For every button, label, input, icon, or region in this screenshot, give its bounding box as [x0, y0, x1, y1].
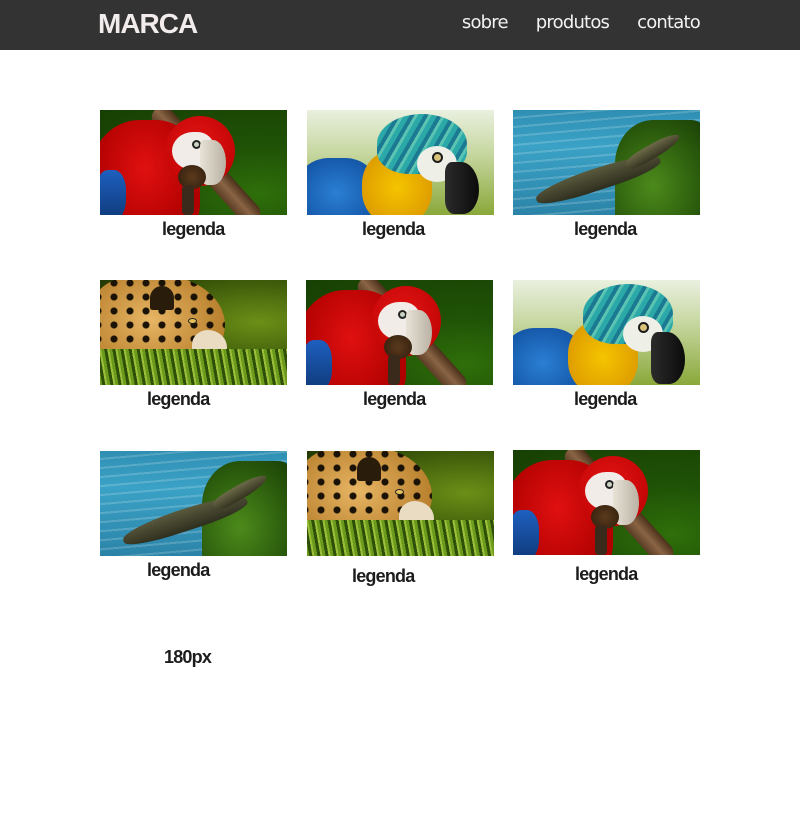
caiman-photo[interactable] [100, 451, 287, 556]
photo-gallery: legenda legenda legenda legenda legenda … [0, 0, 800, 825]
gallery-tile[interactable] [307, 451, 494, 556]
gallery-tile[interactable] [100, 280, 287, 385]
photo-caption: legenda [362, 219, 425, 239]
gallery-tile[interactable] [307, 110, 494, 215]
jaguar-photo[interactable] [307, 451, 494, 556]
photo-caption: legenda [162, 219, 225, 239]
scarlet-macaw-photo[interactable] [513, 450, 700, 555]
photo-caption: legenda [352, 566, 415, 586]
photo-caption: legenda [147, 560, 210, 580]
blue-and-yellow-macaw-photo[interactable] [513, 280, 700, 385]
scarlet-macaw-photo[interactable] [306, 280, 493, 385]
scarlet-macaw-photo[interactable] [100, 110, 287, 215]
blue-and-yellow-macaw-photo[interactable] [307, 110, 494, 215]
jaguar-photo[interactable] [100, 280, 287, 385]
gallery-tile[interactable] [100, 451, 287, 556]
gallery-tile[interactable] [513, 280, 700, 385]
photo-caption: legenda [363, 389, 426, 409]
photo-caption: legenda [574, 389, 637, 409]
size-note: 180px [164, 647, 212, 667]
photo-caption: legenda [574, 219, 637, 239]
gallery-tile[interactable] [513, 110, 700, 215]
gallery-tile[interactable] [100, 110, 287, 215]
photo-caption: legenda [575, 564, 638, 584]
gallery-tile[interactable] [306, 280, 493, 385]
caiman-photo[interactable] [513, 110, 700, 215]
photo-caption: legenda [147, 389, 210, 409]
gallery-tile[interactable] [513, 450, 700, 555]
